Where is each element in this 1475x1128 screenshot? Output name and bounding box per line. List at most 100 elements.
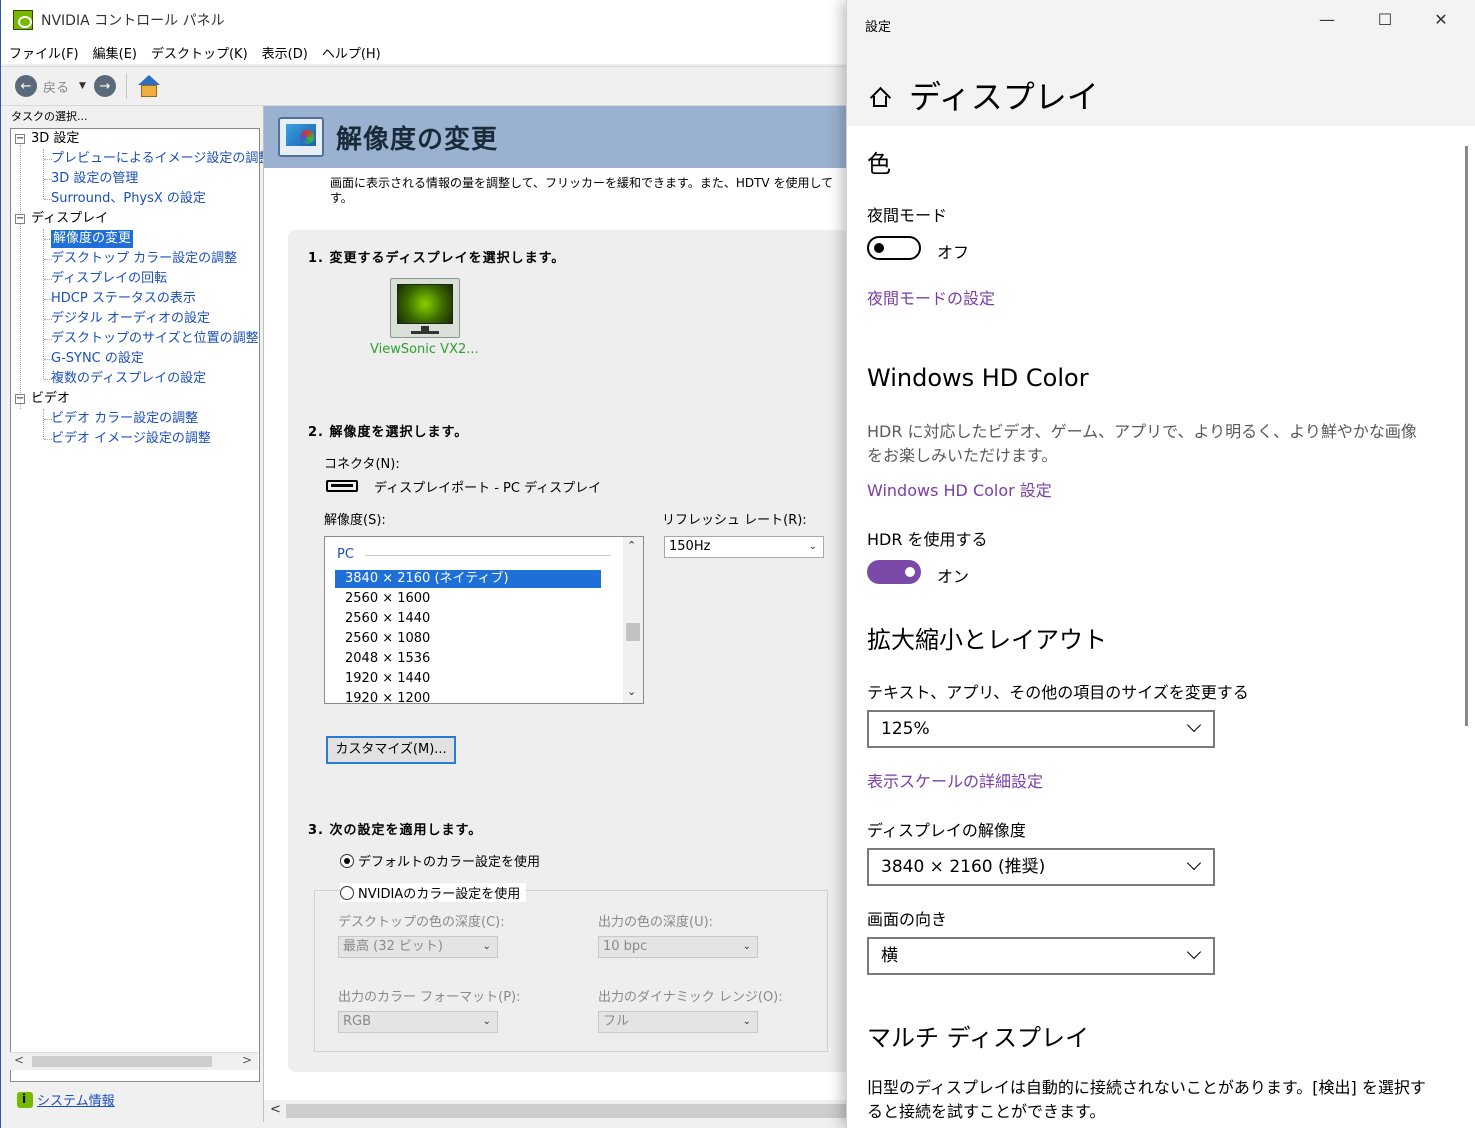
tree-line (43, 149, 44, 199)
collapse-video-icon[interactable]: − (15, 394, 25, 404)
refresh-rate-label: リフレッシュ レート(R): (662, 513, 807, 528)
tree-item-video-color[interactable]: ビデオ カラー設定の調整 (51, 410, 198, 428)
chevron-down-icon (1186, 944, 1202, 960)
history-dropdown-icon[interactable]: ▼ (79, 81, 86, 91)
tree-line (20, 145, 21, 409)
resolution-item[interactable]: 3840 × 2160 (ネイティブ) (335, 570, 601, 588)
tree-item-digital-audio[interactable]: デジタル オーディオの設定 (51, 310, 210, 328)
tree-item-hdcp-status[interactable]: HDCP ステータスの表示 (51, 290, 196, 308)
scroll-thumb[interactable] (286, 1104, 848, 1118)
tree-item-desktop-color[interactable]: デスクトップ カラー設定の調整 (51, 250, 237, 268)
maximize-icon[interactable]: ☐ (1365, 10, 1405, 29)
color-format-label: 出力のカラー フォーマット(P): (338, 990, 521, 1005)
desktop-depth-value: 最高 (32 ビット) (343, 939, 443, 954)
multi-display-heading: マルチ ディスプレイ (867, 1024, 1089, 1052)
content-horizontal-scrollbar[interactable]: < (264, 1100, 848, 1122)
tree-item-desktop-size-position[interactable]: デスクトップのサイズと位置の調整 (51, 330, 259, 348)
multi-display-description: 旧型のディスプレイは自動的に接続されないことがあります。[検出] を選択すると接… (867, 1078, 1426, 1121)
back-arrow-icon[interactable]: ← (15, 75, 37, 97)
chevron-down-icon: ⌄ (482, 1016, 491, 1027)
refresh-rate-select[interactable]: 150Hz ⌄ (664, 536, 824, 558)
home-icon[interactable] (869, 86, 892, 109)
tree-item-3d-manage[interactable]: 3D 設定の管理 (51, 170, 138, 188)
resolution-item[interactable]: 2560 × 1080 (335, 630, 601, 648)
color-heading: 色 (867, 150, 891, 178)
menu-edit[interactable]: 編集(E) (93, 43, 137, 62)
display-resolution-select[interactable]: 3840 × 2160 (推奨) (867, 848, 1215, 886)
orientation-label: 画面の向き (867, 910, 948, 929)
resolution-item[interactable]: 1920 × 1200 (335, 690, 601, 703)
scroll-thumb[interactable] (32, 1056, 212, 1067)
radio-selected-icon[interactable] (340, 853, 354, 868)
page-title: 解像度の変更 (336, 124, 499, 155)
display-resolution-value: 3840 × 2160 (推奨) (881, 857, 1046, 877)
page-description: 画面に表示される情報の量を調整して、フリッカーを緩和できます。また、HDTV を… (330, 176, 850, 206)
scroll-down-icon[interactable]: ⌄ (627, 685, 636, 698)
tree-category-3d[interactable]: 3D 設定 (31, 130, 79, 148)
tree-item-multiple-displays[interactable]: 複数のディスプレイの設定 (51, 370, 206, 388)
radio-default-color[interactable]: デフォルトのカラー設定を使用 (340, 851, 540, 870)
page-header: 解像度の変更 (264, 106, 848, 168)
resolution-list-scrollbar[interactable]: ⌃ ⌄ (623, 537, 643, 703)
scroll-left-icon[interactable]: < (270, 1102, 281, 1117)
scale-value: 125% (881, 719, 930, 739)
step3-heading: 3. 次の設定を適用します。 (308, 823, 483, 838)
tree-category-display[interactable]: ディスプレイ (31, 210, 108, 228)
hdr-state: オン (937, 567, 970, 586)
back-label[interactable]: 戻る (43, 77, 69, 96)
chevron-down-icon (1186, 855, 1202, 871)
scale-select[interactable]: 125% (867, 710, 1215, 748)
scroll-up-icon[interactable]: ⌃ (627, 539, 636, 552)
forward-arrow-icon[interactable]: → (93, 75, 116, 97)
tree-line (43, 229, 44, 379)
nvidia-menu-bar: ファイル(F) 編集(E) デスクトップ(K) 表示(D) ヘルプ(H) (1, 40, 847, 64)
menu-help[interactable]: ヘルプ(H) (322, 43, 381, 62)
menu-view[interactable]: 表示(D) (262, 43, 308, 62)
settings-window: 設定 — ☐ ✕ ディスプレイ 色 夜間モード オフ 夜間モードの設定 Wind… (846, 0, 1475, 1128)
monitor-name[interactable]: ViewSonic VX2... (370, 342, 479, 357)
hdr-toggle[interactable] (867, 560, 921, 584)
menu-desktop[interactable]: デスクトップ(K) (151, 43, 248, 62)
settings-body: 色 夜間モード オフ 夜間モードの設定 Windows HD Color HDR… (847, 126, 1475, 1128)
displayport-icon (326, 480, 358, 492)
tree-item-change-resolution[interactable]: 解像度の変更 (51, 230, 134, 248)
resolution-item[interactable]: 2560 × 1600 (335, 590, 601, 608)
resolution-list[interactable]: PC 3840 × 2160 (ネイティブ) 2560 × 1600 2560 … (324, 536, 644, 704)
resolution-item[interactable]: 2560 × 1440 (335, 610, 601, 628)
night-mode-toggle[interactable] (867, 236, 921, 260)
scroll-left-icon[interactable]: < (14, 1053, 24, 1067)
home-icon[interactable] (137, 74, 161, 98)
tree-item-gsync[interactable]: G-SYNC の設定 (51, 350, 144, 368)
tree-item-surround-physx[interactable]: Surround、PhysX の設定 (51, 190, 206, 208)
tree-item-video-image[interactable]: ビデオ イメージ設定の調整 (51, 430, 211, 448)
settings-scrollbar[interactable] (1465, 146, 1468, 726)
scroll-thumb[interactable] (626, 623, 640, 641)
system-info-link-row: システム情報 (17, 1090, 115, 1109)
close-icon[interactable]: ✕ (1421, 10, 1461, 29)
collapse-display-icon[interactable]: − (15, 214, 25, 224)
resolution-item[interactable]: 1920 × 1440 (335, 670, 601, 688)
system-info-link[interactable]: システム情報 (37, 1090, 115, 1109)
tree-horizontal-scrollbar[interactable]: < > (10, 1052, 258, 1070)
resolution-item[interactable]: 2048 × 1536 (335, 650, 601, 668)
tree-item-rotate-display[interactable]: ディスプレイの回転 (51, 270, 167, 288)
settings-page-title: ディスプレイ (909, 78, 1099, 116)
orientation-select[interactable]: 横 (867, 937, 1215, 975)
night-mode-settings-link[interactable]: 夜間モードの設定 (867, 285, 995, 309)
radio-unselected-icon[interactable] (340, 885, 354, 900)
chevron-down-icon: ⌄ (742, 941, 751, 952)
monitor-icon[interactable] (390, 278, 460, 338)
scroll-right-icon[interactable]: > (242, 1053, 252, 1067)
scale-layout-heading: 拡大縮小とレイアウト (867, 626, 1107, 654)
collapse-3d-icon[interactable]: − (15, 134, 25, 144)
customize-button[interactable]: カスタマイズ(M)... (326, 736, 456, 764)
step1-heading: 1. 変更するディスプレイを選択します。 (308, 251, 566, 266)
tree-category-video[interactable]: ビデオ (31, 390, 70, 408)
tree-item-preview-image[interactable]: プレビューによるイメージ設定の調整 (51, 150, 271, 168)
radio-nvidia-color[interactable]: NVIDIAのカラー設定を使用 (340, 883, 527, 902)
menu-file[interactable]: ファイル(F) (9, 43, 79, 62)
hdr-label: HDR を使用する (867, 530, 988, 549)
advanced-scaling-link[interactable]: 表示スケールの詳細設定 (867, 768, 1043, 792)
minimize-icon[interactable]: — (1307, 10, 1347, 29)
hd-color-settings-link[interactable]: Windows HD Color 設定 (867, 477, 1052, 501)
